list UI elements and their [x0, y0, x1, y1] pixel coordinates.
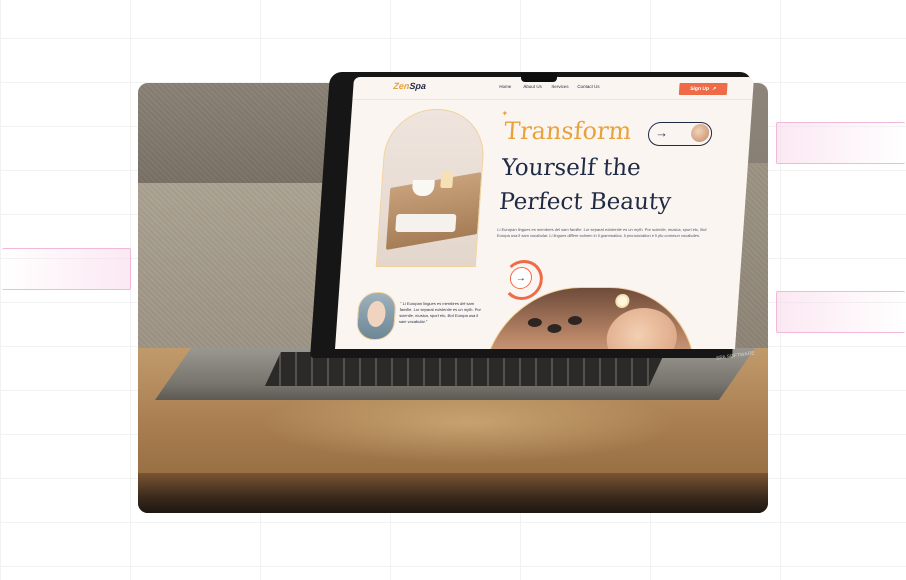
towel: [395, 214, 457, 232]
nav-home[interactable]: Home: [499, 84, 511, 89]
hot-stone: [547, 324, 562, 333]
logo-part2: Spa: [409, 81, 427, 91]
candle-jar: [440, 172, 454, 188]
hero-body-text: Li Europan lingues es membres del sam fa…: [496, 227, 707, 238]
arrow-right-icon: →: [515, 272, 527, 284]
laptop-screen: ZenSpa Home About Us Services Contact Us…: [335, 77, 755, 349]
hero-title-line3: Perfect Beauty: [498, 189, 673, 215]
signup-button[interactable]: Sign Up ↗: [678, 83, 728, 95]
table-edge: [138, 473, 768, 513]
hero-image-arch: [375, 109, 487, 267]
woman-face: [604, 308, 679, 349]
decor-glow-left: [2, 248, 131, 290]
arrow-up-right-icon: ↗: [711, 86, 717, 92]
flower: [617, 296, 628, 306]
nav-services[interactable]: Services: [551, 84, 569, 89]
hero-title-line1: Transform: [503, 117, 633, 145]
hot-stone: [567, 316, 583, 325]
hero-title-line2: Yourself the: [500, 155, 642, 181]
nav-contact[interactable]: Contact Us: [577, 84, 600, 89]
hero-pill-button[interactable]: →: [647, 122, 713, 146]
decor-glow-right-top: [776, 122, 905, 164]
site-logo[interactable]: ZenSpa: [393, 81, 426, 91]
avatar: [690, 124, 710, 142]
decor-glow-right-bottom: [776, 291, 905, 333]
testimonial-quote: " Li Europan lingues es membres del sam …: [398, 301, 482, 324]
testimonial-avatar: [355, 292, 397, 340]
nav-about[interactable]: About Us: [523, 84, 542, 89]
logo-part1: Zen: [393, 81, 410, 91]
signup-label: Sign Up: [689, 86, 710, 92]
laptop-notch: [521, 73, 557, 82]
hot-stone: [527, 318, 543, 327]
arrow-right-icon: →: [654, 125, 669, 140]
